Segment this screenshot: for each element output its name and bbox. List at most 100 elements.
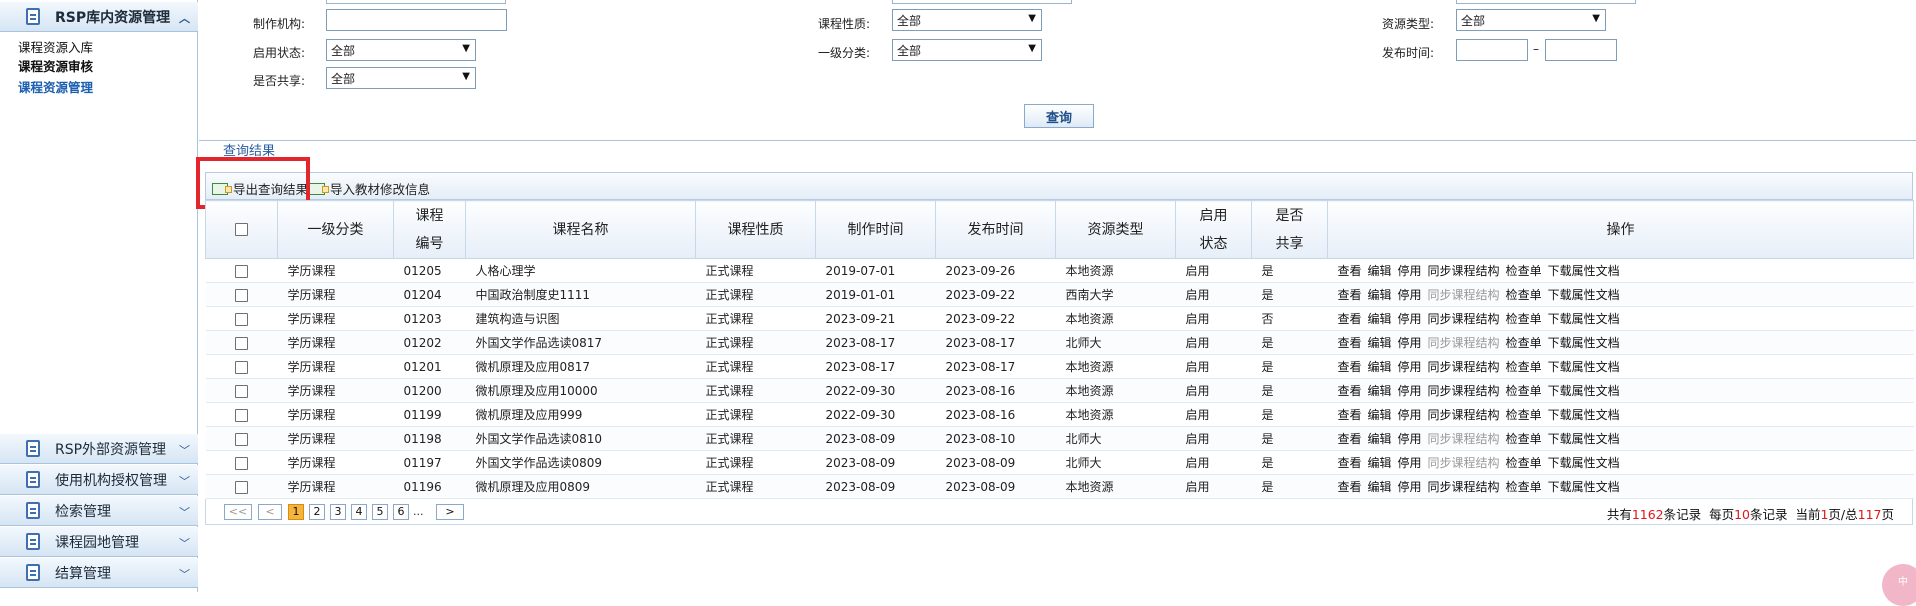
action-link[interactable]: 检查单 bbox=[1506, 312, 1542, 326]
action-link[interactable]: 检查单 bbox=[1506, 288, 1542, 302]
page-button[interactable]: 4 bbox=[351, 504, 367, 520]
producer-input[interactable] bbox=[326, 9, 507, 31]
row-select-cell[interactable] bbox=[205, 402, 278, 427]
action-link[interactable]: 同步课程结构 bbox=[1428, 264, 1500, 278]
action-link[interactable]: 停用 bbox=[1398, 360, 1422, 374]
action-link[interactable]: 同步课程结构 bbox=[1428, 288, 1500, 302]
action-link[interactable]: 编辑 bbox=[1368, 336, 1392, 350]
action-link[interactable]: 下载属性文档 bbox=[1548, 360, 1620, 374]
action-link[interactable]: 停用 bbox=[1398, 408, 1422, 422]
publish-start-input[interactable] bbox=[1456, 39, 1528, 61]
row-select-cell[interactable] bbox=[205, 330, 278, 355]
action-link[interactable]: 下载属性文档 bbox=[1548, 456, 1620, 470]
action-link[interactable]: 停用 bbox=[1398, 480, 1422, 494]
col-header[interactable]: 制作时间 bbox=[815, 200, 936, 259]
row-select-cell[interactable] bbox=[205, 378, 278, 403]
action-link[interactable]: 同步课程结构 bbox=[1428, 360, 1500, 374]
menu-org-authorization[interactable]: 使用机构授权管理 ﹀ bbox=[0, 465, 198, 495]
col-header[interactable]: 启用 状态 bbox=[1175, 200, 1252, 259]
col-header[interactable]: 课程性质 bbox=[695, 200, 816, 259]
menu-settlement[interactable]: 结算管理 ﹀ bbox=[0, 558, 198, 588]
page-button[interactable]: 6 bbox=[393, 504, 409, 520]
sidebar-item-resource-review[interactable]: 课程资源审核 bbox=[18, 56, 93, 75]
action-link[interactable]: 编辑 bbox=[1368, 480, 1392, 494]
action-link[interactable]: 编辑 bbox=[1368, 456, 1392, 470]
action-link[interactable]: 停用 bbox=[1398, 432, 1422, 446]
row-select-cell[interactable] bbox=[205, 306, 278, 331]
action-link[interactable]: 同步课程结构 bbox=[1428, 408, 1500, 422]
action-link[interactable]: 停用 bbox=[1398, 312, 1422, 326]
action-link[interactable]: 同步课程结构 bbox=[1428, 312, 1500, 326]
action-link[interactable]: 同步课程结构 bbox=[1428, 432, 1500, 446]
table-row[interactable]: 学历课程 01200 微机原理及应用10000 正式课程 2022-09-30 2023-… bbox=[205, 378, 1914, 403]
action-link[interactable]: 查看 bbox=[1338, 336, 1362, 350]
resource-type-select[interactable]: 全部 ▼ bbox=[1456, 9, 1606, 31]
row-checkbox[interactable] bbox=[235, 288, 248, 302]
action-link[interactable]: 停用 bbox=[1398, 264, 1422, 278]
action-link[interactable]: 下载属性文档 bbox=[1548, 480, 1620, 494]
action-link[interactable]: 下载属性文档 bbox=[1548, 408, 1620, 422]
table-row[interactable]: 学历课程 01198 外国文学作品选读0810 正式课程 2023-08-09 2023-… bbox=[205, 426, 1914, 451]
row-checkbox[interactable] bbox=[235, 384, 248, 398]
page-button[interactable]: 2 bbox=[309, 504, 325, 520]
query-button[interactable]: 查询 bbox=[1024, 104, 1094, 128]
sidebar-item-resource-import[interactable]: 课程资源入库 bbox=[18, 37, 93, 56]
table-row[interactable]: 学历课程 01203 建筑构造与识图 正式课程 2023-09-21 2023-09-22… bbox=[205, 306, 1914, 331]
action-link[interactable]: 检查单 bbox=[1506, 360, 1542, 374]
row-select-cell[interactable] bbox=[205, 474, 278, 499]
row-checkbox[interactable] bbox=[235, 408, 248, 422]
action-link[interactable]: 检查单 bbox=[1506, 408, 1542, 422]
import-textbook-button[interactable]: 导入教材修改信息 bbox=[309, 179, 430, 198]
col-header[interactable]: 是否 共享 bbox=[1251, 200, 1328, 259]
action-link[interactable]: 下载属性文档 bbox=[1548, 312, 1620, 326]
col-header[interactable]: 资源类型 bbox=[1055, 200, 1176, 259]
row-checkbox[interactable] bbox=[235, 360, 248, 374]
action-link[interactable]: 查看 bbox=[1338, 456, 1362, 470]
action-link[interactable]: 编辑 bbox=[1368, 408, 1392, 422]
action-link[interactable]: 同步课程结构 bbox=[1428, 480, 1500, 494]
action-link[interactable]: 下载属性文档 bbox=[1548, 432, 1620, 446]
action-link[interactable]: 查看 bbox=[1338, 288, 1362, 302]
prev-page-button[interactable]: < bbox=[258, 504, 282, 520]
action-link[interactable]: 编辑 bbox=[1368, 432, 1392, 446]
corner-badge[interactable]: 中 bbox=[1882, 564, 1916, 606]
action-link[interactable]: 检查单 bbox=[1506, 384, 1542, 398]
col-header[interactable]: 课程名称 bbox=[465, 200, 696, 259]
menu-course-garden[interactable]: 课程园地管理 ﹀ bbox=[0, 527, 198, 557]
table-row[interactable]: 学历课程 01201 微机原理及应用0817 正式课程 2023-08-17 2023-0… bbox=[205, 354, 1914, 379]
col-header[interactable]: 一级分类 bbox=[277, 200, 394, 259]
row-select-cell[interactable] bbox=[205, 282, 278, 307]
action-link[interactable]: 检查单 bbox=[1506, 264, 1542, 278]
enable-status-select[interactable]: 全部 ▼ bbox=[326, 39, 476, 61]
action-link[interactable]: 编辑 bbox=[1368, 288, 1392, 302]
action-link[interactable]: 编辑 bbox=[1368, 312, 1392, 326]
action-link[interactable]: 查看 bbox=[1338, 432, 1362, 446]
table-row[interactable]: 学历课程 01197 外国文学作品选读0809 正式课程 2023-08-09 2023-… bbox=[205, 450, 1914, 475]
menu-rsp-library[interactable]: RSP库内资源管理 ︿ bbox=[0, 2, 198, 32]
action-link[interactable]: 查看 bbox=[1338, 312, 1362, 326]
action-link[interactable]: 编辑 bbox=[1368, 264, 1392, 278]
col-header[interactable]: 课程 编号 bbox=[393, 200, 466, 259]
action-link[interactable]: 停用 bbox=[1398, 456, 1422, 470]
select-all-checkbox[interactable] bbox=[235, 223, 248, 236]
action-link[interactable]: 下载属性文档 bbox=[1548, 336, 1620, 350]
action-link[interactable]: 查看 bbox=[1338, 360, 1362, 374]
action-link[interactable]: 同步课程结构 bbox=[1428, 456, 1500, 470]
menu-rsp-external[interactable]: RSP外部资源管理 ﹀ bbox=[0, 434, 198, 464]
shared-select[interactable]: 全部 ▼ bbox=[326, 67, 476, 89]
row-select-cell[interactable] bbox=[205, 426, 278, 451]
next-page-button[interactable]: > bbox=[436, 504, 464, 520]
table-row[interactable]: 学历课程 01202 外国文学作品选读0817 正式课程 2023-08-17 2023-… bbox=[205, 330, 1914, 355]
action-link[interactable]: 停用 bbox=[1398, 336, 1422, 350]
action-link[interactable]: 检查单 bbox=[1506, 432, 1542, 446]
cut-off-input[interactable] bbox=[1456, 0, 1636, 4]
page-button[interactable]: 5 bbox=[372, 504, 388, 520]
row-select-cell[interactable] bbox=[205, 354, 278, 379]
course-nature-select[interactable]: 全部 ▼ bbox=[892, 9, 1042, 31]
menu-search-manage[interactable]: 检索管理 ﹀ bbox=[0, 496, 198, 526]
action-link[interactable]: 查看 bbox=[1338, 264, 1362, 278]
table-row[interactable]: 学历课程 01196 微机原理及应用0809 正式课程 2023-08-09 2023-0… bbox=[205, 474, 1914, 499]
action-link[interactable]: 编辑 bbox=[1368, 384, 1392, 398]
action-link[interactable]: 编辑 bbox=[1368, 360, 1392, 374]
cut-off-input[interactable] bbox=[326, 0, 506, 4]
